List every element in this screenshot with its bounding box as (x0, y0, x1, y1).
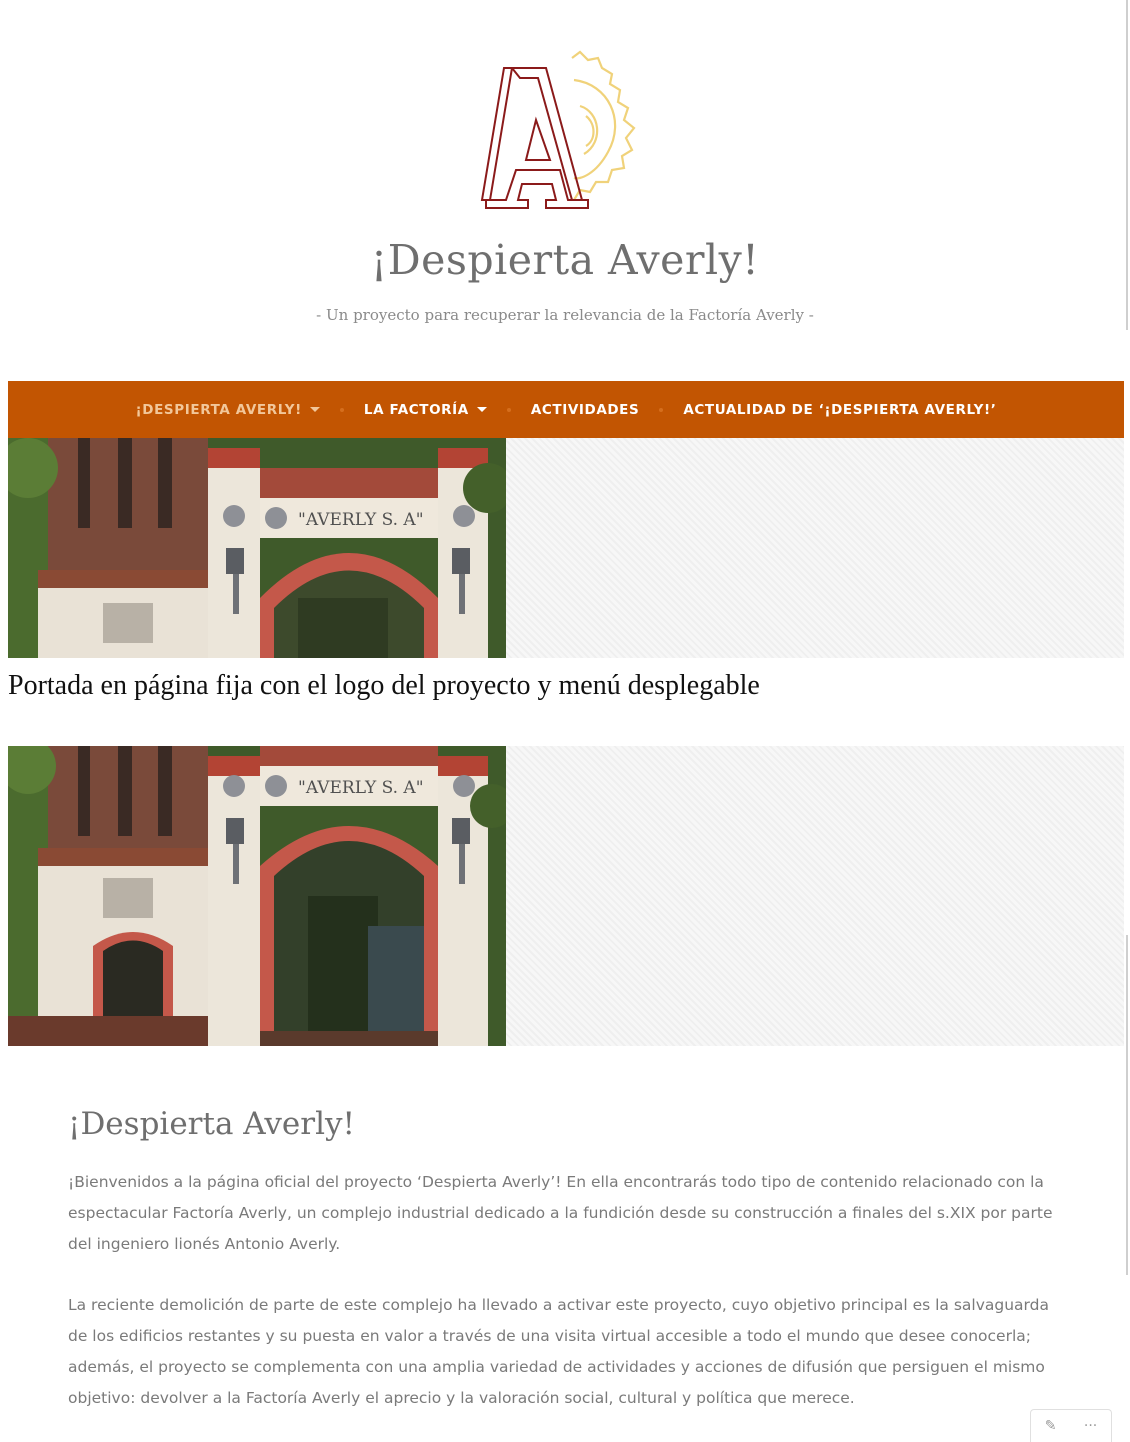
content-title: ¡Despierta Averly! (68, 1106, 355, 1142)
header-image-full: "AVERLY S. A" (8, 746, 1124, 1046)
nav-item-label: ACTUALIDAD DE ‘¡DESPIERTA AVERLY!’ (683, 401, 997, 418)
gate-sign-text: "AVERLY S. A" (298, 778, 424, 798)
intro-paragraph: ¡Bienvenidos a la página oficial del pro… (68, 1173, 1053, 1253)
nav-separator (659, 407, 664, 412)
nav-item-label: LA FACTORÍA (363, 401, 469, 418)
nav-item-despierta-averly[interactable]: ¡DESPIERTA AVERLY! (136, 402, 320, 418)
chevron-down-icon (476, 407, 487, 412)
nav-separator (506, 407, 511, 412)
figure-caption: Portada en página fija con el logo del p… (8, 670, 760, 701)
site-logo[interactable] (476, 50, 658, 218)
more-icon[interactable]: ··· (1084, 1418, 1097, 1434)
scrollbar-thumb-lower[interactable] (1126, 935, 1128, 1275)
edit-toolbar: ✎ ··· (1030, 1409, 1112, 1442)
nav-item-actividades[interactable]: ACTIVIDADES (531, 402, 639, 418)
gate-sign-text: "AVERLY S. A" (298, 510, 424, 530)
site-title[interactable]: ¡Despierta Averly! (0, 236, 1130, 284)
factory-gate-photo: "AVERLY S. A" (8, 746, 506, 1046)
nav-separator (339, 407, 344, 412)
nav-item-actualidad[interactable]: ACTUALIDAD DE ‘¡DESPIERTA AVERLY!’ (683, 402, 996, 418)
header-image-cropped: "AVERLY S. A" (8, 438, 1124, 658)
chevron-down-icon (309, 407, 320, 412)
nav-item-label: ¡DESPIERTA AVERLY! (135, 401, 302, 418)
nav-item-la-factoria[interactable]: LA FACTORÍA (364, 402, 487, 418)
nav-item-label: ACTIVIDADES (530, 401, 640, 418)
site-tagline: - Un proyecto para recuperar la relevanc… (316, 306, 814, 324)
logo-graphic (480, 50, 636, 209)
pencil-icon[interactable]: ✎ (1045, 1418, 1057, 1434)
project-paragraph: La reciente demolición de parte de este … (68, 1296, 1049, 1407)
factory-gate-photo: "AVERLY S. A" (8, 438, 506, 658)
main-navigation: ¡DESPIERTA AVERLY! LA FACTORÍA ACTIVIDAD… (8, 381, 1124, 438)
